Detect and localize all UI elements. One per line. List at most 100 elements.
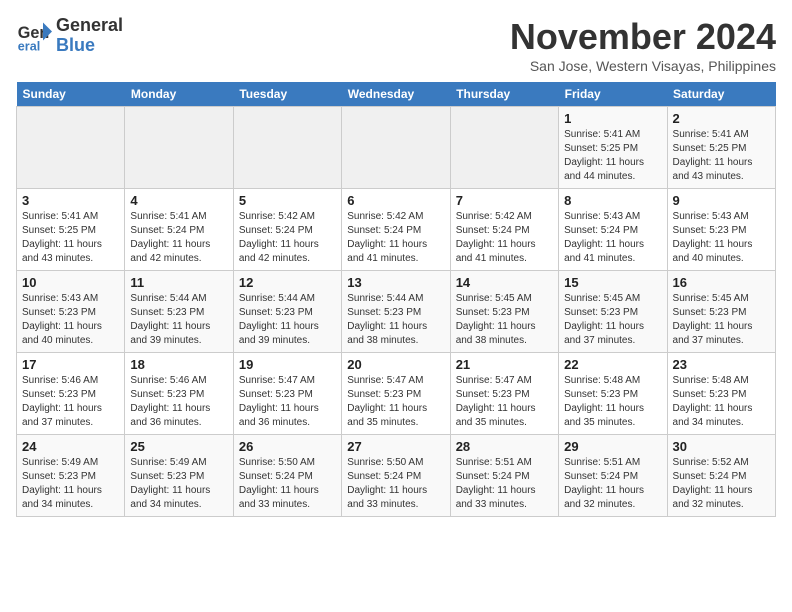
calendar-week-row: 1 Sunrise: 5:41 AM Sunset: 5:25 PM Daylig… <box>17 107 776 189</box>
logo: Gen eral General Blue <box>16 16 123 56</box>
calendar-cell: 25 Sunrise: 5:49 AM Sunset: 5:23 PM Dayli… <box>125 435 233 517</box>
day-number: 9 <box>673 193 770 208</box>
day-detail: Sunrise: 5:43 AM Sunset: 5:23 PM Dayligh… <box>673 210 770 266</box>
day-detail: Sunrise: 5:47 AM Sunset: 5:23 PM Dayligh… <box>239 374 336 430</box>
calendar-cell: 27Sunrise: 5:50 AM Sunset: 5:24 PM Dayli… <box>342 435 450 517</box>
month-title: November 2024 <box>510 16 776 58</box>
calendar-cell: 21Sunrise: 5:47 AM Sunset: 5:23 PM Dayli… <box>450 353 558 435</box>
calendar-cell: 1 Sunrise: 5:41 AM Sunset: 5:25 PM Daylig… <box>559 107 667 189</box>
day-detail: Sunrise: 5:41 AM Sunset: 5:25 PM Dayligh… <box>564 128 661 184</box>
day-number: 17 <box>22 357 119 372</box>
calendar-week-row: 3 Sunrise: 5:41 AM Sunset: 5:25 PM Daylig… <box>17 189 776 271</box>
calendar-cell: 22 Sunrise: 5:48 AM Sunset: 5:23 PM Dayli… <box>559 353 667 435</box>
calendar-week-row: 10 Sunrise: 5:43 AM Sunset: 5:23 PM Dayli… <box>17 271 776 353</box>
day-number: 25 <box>130 439 227 454</box>
day-detail: Sunrise: 5:44 AM Sunset: 5:23 PM Dayligh… <box>347 292 444 348</box>
calendar-cell: 3 Sunrise: 5:41 AM Sunset: 5:25 PM Daylig… <box>17 189 125 271</box>
day-detail: Sunrise: 5:42 AM Sunset: 5:24 PM Dayligh… <box>347 210 444 266</box>
calendar-cell: 26 Sunrise: 5:50 AM Sunset: 5:24 PM Dayli… <box>233 435 341 517</box>
day-number: 14 <box>456 275 553 290</box>
weekday-header: Sunday <box>17 82 125 107</box>
day-number: 18 <box>130 357 227 372</box>
day-number: 30 <box>673 439 770 454</box>
calendar-cell: 20 Sunrise: 5:47 AM Sunset: 5:23 PM Dayli… <box>342 353 450 435</box>
day-number: 19 <box>239 357 336 372</box>
day-detail: Sunrise: 5:49 AM Sunset: 5:23 PM Dayligh… <box>130 456 227 512</box>
day-detail: Sunrise: 5:47 AM Sunset: 5:23 PM Dayligh… <box>347 374 444 430</box>
day-number: 15 <box>564 275 661 290</box>
weekday-header: Wednesday <box>342 82 450 107</box>
day-number: 10 <box>22 275 119 290</box>
calendar-cell: 7 Sunrise: 5:42 AM Sunset: 5:24 PM Daylig… <box>450 189 558 271</box>
day-detail: Sunrise: 5:44 AM Sunset: 5:23 PM Dayligh… <box>239 292 336 348</box>
day-number: 11 <box>130 275 227 290</box>
day-number: 26 <box>239 439 336 454</box>
calendar-cell: 23 Sunrise: 5:48 AM Sunset: 5:23 PM Dayli… <box>667 353 775 435</box>
day-detail: Sunrise: 5:45 AM Sunset: 5:23 PM Dayligh… <box>673 292 770 348</box>
calendar-cell: 30 Sunrise: 5:52 AM Sunset: 5:24 PM Dayli… <box>667 435 775 517</box>
weekday-header: Thursday <box>450 82 558 107</box>
calendar-cell: 13 Sunrise: 5:44 AM Sunset: 5:23 PM Dayli… <box>342 271 450 353</box>
day-detail: Sunrise: 5:42 AM Sunset: 5:24 PM Dayligh… <box>456 210 553 266</box>
calendar-cell: 29Sunrise: 5:51 AM Sunset: 5:24 PM Dayli… <box>559 435 667 517</box>
day-number: 24 <box>22 439 119 454</box>
day-detail: Sunrise: 5:50 AM Sunset: 5:24 PM Dayligh… <box>239 456 336 512</box>
calendar-cell: 10 Sunrise: 5:43 AM Sunset: 5:23 PM Dayli… <box>17 271 125 353</box>
calendar-cell: 14Sunrise: 5:45 AM Sunset: 5:23 PM Dayli… <box>450 271 558 353</box>
calendar-cell: 19 Sunrise: 5:47 AM Sunset: 5:23 PM Dayli… <box>233 353 341 435</box>
calendar-cell <box>17 107 125 189</box>
calendar-cell <box>342 107 450 189</box>
calendar-cell: 4 Sunrise: 5:41 AM Sunset: 5:24 PM Daylig… <box>125 189 233 271</box>
day-detail: Sunrise: 5:51 AM Sunset: 5:24 PM Dayligh… <box>564 456 661 512</box>
day-detail: Sunrise: 5:42 AM Sunset: 5:24 PM Dayligh… <box>239 210 336 266</box>
calendar-cell: 6 Sunrise: 5:42 AM Sunset: 5:24 PM Daylig… <box>342 189 450 271</box>
day-number: 8 <box>564 193 661 208</box>
calendar-header-row: SundayMondayTuesdayWednesdayThursdayFrid… <box>17 82 776 107</box>
day-detail: Sunrise: 5:48 AM Sunset: 5:23 PM Dayligh… <box>564 374 661 430</box>
day-number: 28 <box>456 439 553 454</box>
day-number: 1 <box>564 111 661 126</box>
day-number: 20 <box>347 357 444 372</box>
calendar-cell: 9 Sunrise: 5:43 AM Sunset: 5:23 PM Daylig… <box>667 189 775 271</box>
weekday-header: Tuesday <box>233 82 341 107</box>
calendar-cell: 24 Sunrise: 5:49 AM Sunset: 5:23 PM Dayli… <box>17 435 125 517</box>
day-number: 13 <box>347 275 444 290</box>
day-number: 4 <box>130 193 227 208</box>
calendar-week-row: 17 Sunrise: 5:46 AM Sunset: 5:23 PM Dayli… <box>17 353 776 435</box>
day-number: 3 <box>22 193 119 208</box>
day-detail: Sunrise: 5:43 AM Sunset: 5:24 PM Dayligh… <box>564 210 661 266</box>
calendar-cell: 8 Sunrise: 5:43 AM Sunset: 5:24 PM Daylig… <box>559 189 667 271</box>
calendar-cell <box>450 107 558 189</box>
day-number: 23 <box>673 357 770 372</box>
day-detail: Sunrise: 5:43 AM Sunset: 5:23 PM Dayligh… <box>22 292 119 348</box>
calendar-table: SundayMondayTuesdayWednesdayThursdayFrid… <box>16 82 776 517</box>
day-detail: Sunrise: 5:48 AM Sunset: 5:23 PM Dayligh… <box>673 374 770 430</box>
day-detail: Sunrise: 5:51 AM Sunset: 5:24 PM Dayligh… <box>456 456 553 512</box>
weekday-header: Saturday <box>667 82 775 107</box>
calendar-cell: 2 Sunrise: 5:41 AM Sunset: 5:25 PM Daylig… <box>667 107 775 189</box>
calendar-cell: 16Sunrise: 5:45 AM Sunset: 5:23 PM Dayli… <box>667 271 775 353</box>
day-detail: Sunrise: 5:41 AM Sunset: 5:25 PM Dayligh… <box>22 210 119 266</box>
day-detail: Sunrise: 5:49 AM Sunset: 5:23 PM Dayligh… <box>22 456 119 512</box>
calendar-cell: 12 Sunrise: 5:44 AM Sunset: 5:23 PM Dayli… <box>233 271 341 353</box>
title-area: November 2024 San Jose, Western Visayas,… <box>510 16 776 74</box>
calendar-cell: 11Sunrise: 5:44 AM Sunset: 5:23 PM Dayli… <box>125 271 233 353</box>
day-number: 22 <box>564 357 661 372</box>
day-number: 7 <box>456 193 553 208</box>
day-detail: Sunrise: 5:52 AM Sunset: 5:24 PM Dayligh… <box>673 456 770 512</box>
calendar-cell <box>233 107 341 189</box>
day-detail: Sunrise: 5:45 AM Sunset: 5:23 PM Dayligh… <box>564 292 661 348</box>
calendar-cell <box>125 107 233 189</box>
day-detail: Sunrise: 5:41 AM Sunset: 5:24 PM Dayligh… <box>130 210 227 266</box>
calendar-cell: 28 Sunrise: 5:51 AM Sunset: 5:24 PM Dayli… <box>450 435 558 517</box>
day-number: 2 <box>673 111 770 126</box>
day-detail: Sunrise: 5:46 AM Sunset: 5:23 PM Dayligh… <box>130 374 227 430</box>
svg-text:eral: eral <box>18 39 40 53</box>
weekday-header: Friday <box>559 82 667 107</box>
day-detail: Sunrise: 5:41 AM Sunset: 5:25 PM Dayligh… <box>673 128 770 184</box>
day-number: 6 <box>347 193 444 208</box>
day-number: 12 <box>239 275 336 290</box>
calendar-cell: 17Sunrise: 5:46 AM Sunset: 5:23 PM Dayli… <box>17 353 125 435</box>
logo-icon: Gen eral <box>16 18 52 54</box>
day-detail: Sunrise: 5:50 AM Sunset: 5:24 PM Dayligh… <box>347 456 444 512</box>
